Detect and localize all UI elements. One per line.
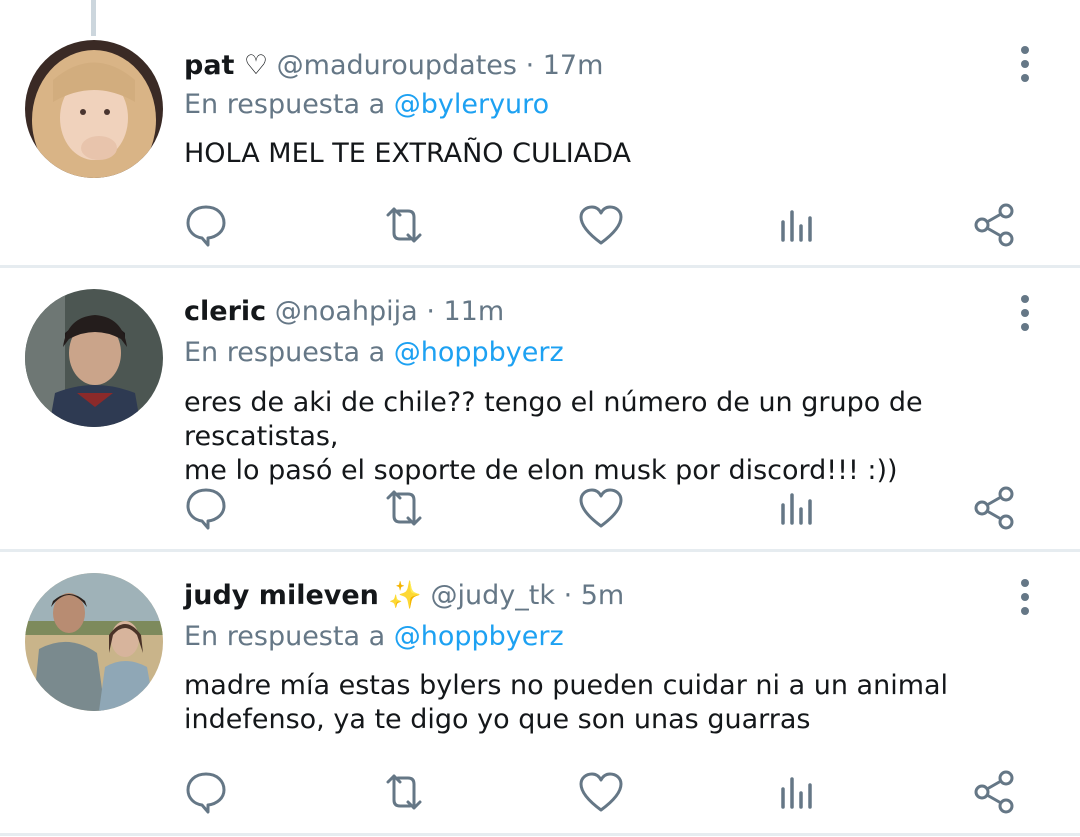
timestamp[interactable]: · 11m [426, 296, 504, 327]
reply-prefix: En respuesta a [184, 621, 386, 652]
tweet[interactable]: judy mileven ✨ @judy_tk · 5m En respuest… [0, 552, 1080, 837]
tweet-actions [0, 483, 1080, 533]
avatar[interactable] [25, 289, 163, 427]
analytics-icon[interactable] [772, 767, 822, 817]
tweet-actions [0, 767, 1080, 817]
retweet-icon[interactable] [379, 483, 429, 533]
user-handle[interactable]: @noahpija [275, 296, 418, 327]
user-handle[interactable]: @judy_tk [431, 580, 555, 611]
retweet-icon[interactable] [379, 200, 429, 250]
reply-mention-link[interactable]: @byleryuro [394, 89, 549, 120]
user-handle[interactable]: @maduroupdates [277, 50, 517, 81]
more-vertical-icon[interactable] [1010, 44, 1040, 84]
reply-context: En respuesta a @hoppbyerz [184, 336, 564, 370]
share-icon[interactable] [970, 200, 1020, 250]
share-icon[interactable] [970, 483, 1020, 533]
share-icon[interactable] [970, 767, 1020, 817]
tweet-header: pat ♡ @maduroupdates · 17m [184, 49, 603, 83]
timestamp[interactable]: · 17m [526, 50, 604, 81]
heart-icon[interactable] [576, 767, 626, 817]
retweet-icon[interactable] [379, 767, 429, 817]
avatar[interactable] [25, 573, 163, 711]
tweet-actions [0, 200, 1080, 250]
heart-icon[interactable] [576, 200, 626, 250]
reply-mention-link[interactable]: @hoppbyerz [394, 337, 564, 368]
reply-context: En respuesta a @hoppbyerz [184, 620, 564, 654]
reply-prefix: En respuesta a [184, 89, 386, 120]
more-vertical-icon[interactable] [1010, 293, 1040, 333]
tweet[interactable]: pat ♡ @maduroupdates · 17m En respuesta … [0, 0, 1080, 266]
tweet-header: cleric @noahpija · 11m [184, 295, 504, 329]
more-vertical-icon[interactable] [1010, 577, 1040, 617]
analytics-icon[interactable] [772, 483, 822, 533]
reply-context: En respuesta a @byleryuro [184, 88, 549, 122]
tweet-text: eres de aki de chile?? tengo el número d… [184, 387, 923, 486]
timestamp[interactable]: · 5m [564, 580, 625, 611]
display-name[interactable]: cleric [184, 296, 266, 327]
tweet-header: judy mileven ✨ @judy_tk · 5m [184, 579, 624, 613]
tweet-text: HOLA MEL TE EXTRAÑO CULIADA [184, 138, 632, 169]
tweet-text: madre mía estas bylers no pueden cuidar … [184, 670, 949, 735]
reply-icon[interactable] [181, 200, 231, 250]
display-name[interactable]: pat ♡ [184, 50, 268, 81]
reply-icon[interactable] [181, 483, 231, 533]
display-name[interactable]: judy mileven ✨ [184, 580, 422, 611]
reply-prefix: En respuesta a [184, 337, 386, 368]
tweet-divider [0, 833, 1080, 836]
analytics-icon[interactable] [772, 200, 822, 250]
avatar[interactable] [25, 40, 163, 178]
heart-icon[interactable] [576, 483, 626, 533]
reply-icon[interactable] [181, 767, 231, 817]
reply-mention-link[interactable]: @hoppbyerz [394, 621, 564, 652]
tweet[interactable]: cleric @noahpija · 11m En respuesta a @h… [0, 268, 1080, 549]
